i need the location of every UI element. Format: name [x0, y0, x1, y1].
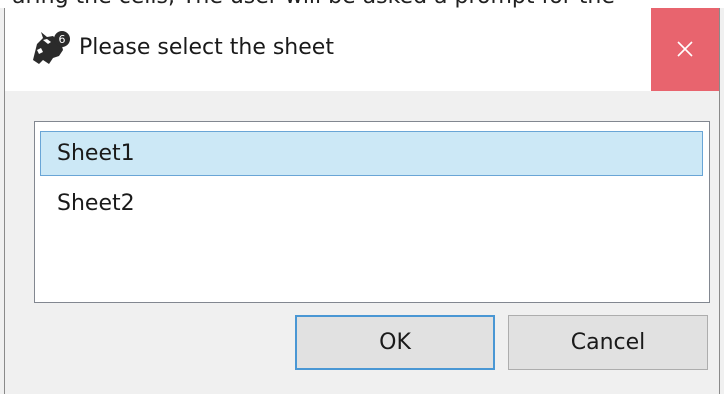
sheet-select-dialog: 6 Please select the sheet Sheet1 Sheet2 …	[4, 8, 720, 394]
ok-button[interactable]: OK	[295, 315, 495, 370]
rhino-icon: 6	[31, 30, 71, 66]
sheet-list-item-sheet1[interactable]: Sheet1	[40, 131, 703, 176]
background-text-fragment: aring the cells, The user will be asked …	[0, 0, 724, 8]
app-icon-badge: 6	[59, 33, 66, 46]
close-button[interactable]	[651, 8, 719, 91]
dialog-title: Please select the sheet	[79, 35, 334, 60]
title-bar[interactable]: 6 Please select the sheet	[5, 8, 719, 91]
sheet-list[interactable]: Sheet1 Sheet2	[34, 121, 710, 303]
cancel-button[interactable]: Cancel	[508, 315, 708, 370]
close-icon	[677, 41, 693, 57]
sheet-list-item-sheet2[interactable]: Sheet2	[40, 181, 703, 226]
background-text: aring the cells, The user will be asked …	[12, 0, 615, 8]
